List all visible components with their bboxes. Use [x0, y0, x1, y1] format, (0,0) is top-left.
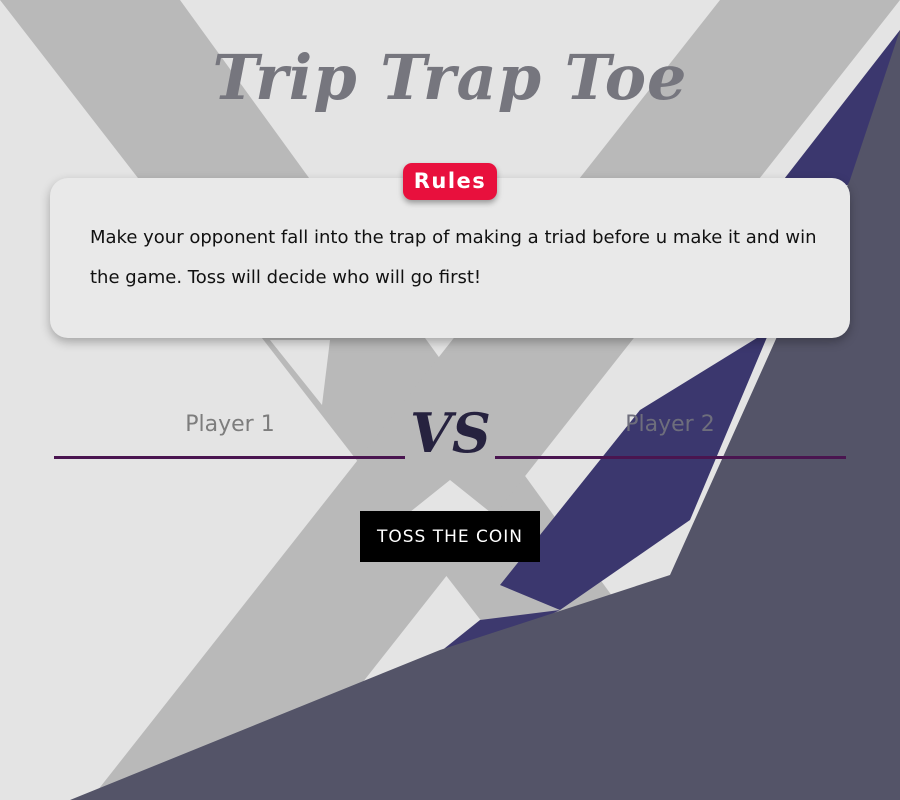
vs-label: VS — [410, 401, 491, 465]
player-1-name-underline — [54, 456, 405, 459]
player-2-label: Player 2 — [625, 412, 715, 437]
x-center-notch-left — [270, 340, 330, 405]
toss-coin-button[interactable]: TOSS THE COIN — [360, 511, 540, 562]
rules-text: Make your opponent fall into the trap of… — [90, 227, 817, 288]
player-2-name-underline — [495, 456, 846, 459]
player-1-label: Player 1 — [185, 412, 275, 437]
game-title: Trip Trap Toe — [212, 41, 688, 114]
rules-badge: Rules — [403, 163, 497, 200]
